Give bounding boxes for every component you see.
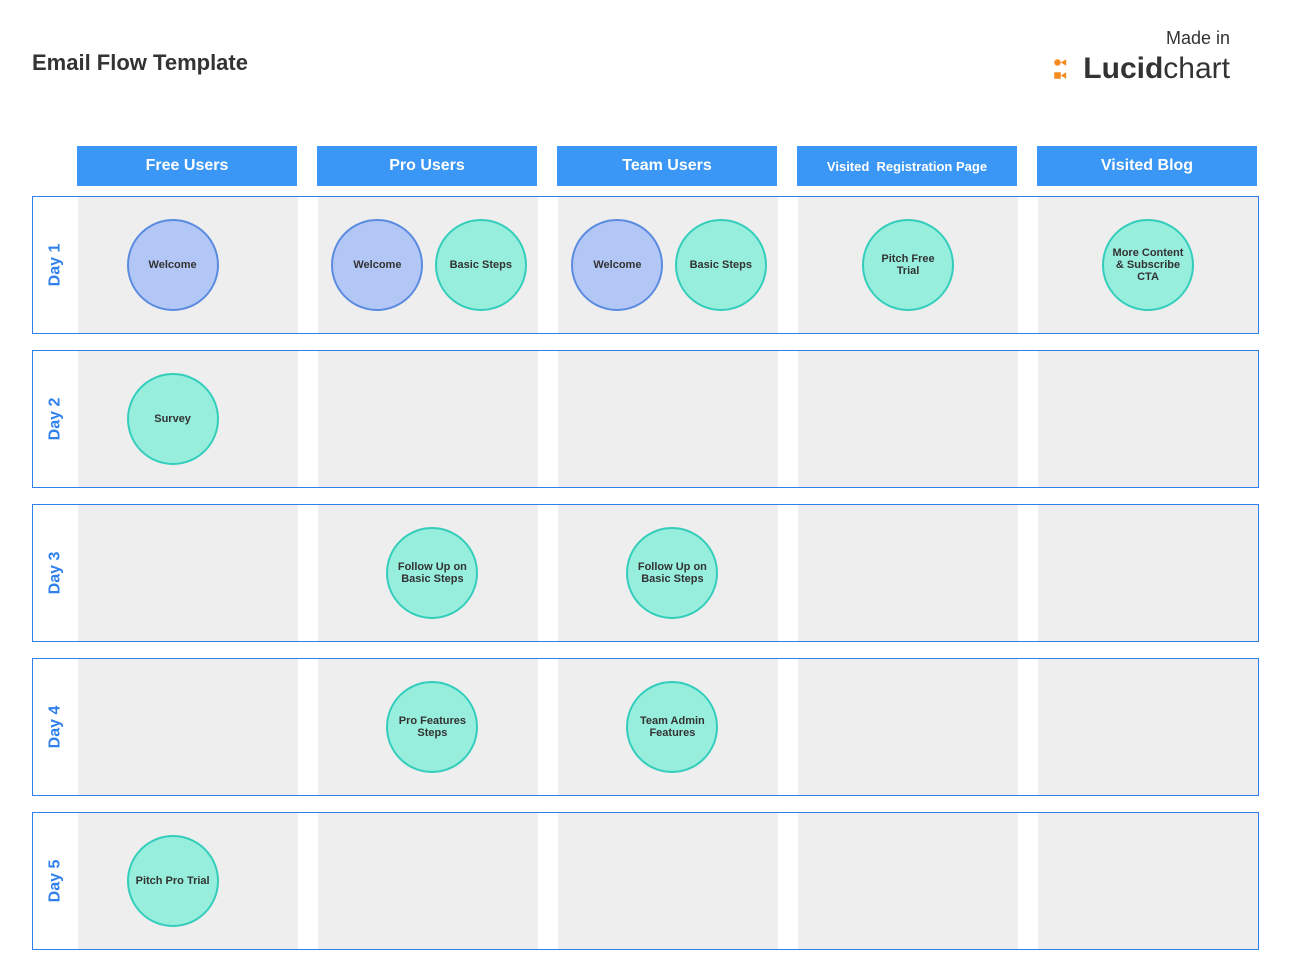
cell-day2-free: Survey [78,351,298,487]
cell-day5-team [558,813,778,949]
email-node[interactable]: Basic Steps [435,219,527,311]
cell-day3-pro: Follow Up on Basic Steps [318,505,538,641]
column-header-reg: Visited Registration Page [797,146,1017,186]
cell-day5-blog [1038,813,1258,949]
email-node[interactable]: Welcome [127,219,219,311]
email-node[interactable]: Pro Features Steps [386,681,478,773]
cell-day4-free [78,659,298,795]
row-label-day4: Day 4 [33,659,78,795]
cell-day4-blog [1038,659,1258,795]
row-label-day5: Day 5 [33,813,78,949]
cell-day1-free: Welcome [78,197,298,333]
cell-day1-reg: Pitch Free Trial [798,197,1018,333]
column-header-team: Team Users [557,146,777,186]
email-node[interactable]: Welcome [571,219,663,311]
cell-day3-team: Follow Up on Basic Steps [558,505,778,641]
email-node[interactable]: Follow Up on Basic Steps [386,527,478,619]
swimlane-day5: Day 5 Pitch Pro Trial [32,812,1259,950]
email-node[interactable]: Pitch Pro Trial [127,835,219,927]
swimlane-day3: Day 3 Follow Up on Basic Steps Follow Up o… [32,504,1259,642]
lucidchart-logo-icon [1051,56,1077,82]
column-header-free: Free Users [77,146,297,186]
cell-day2-pro [318,351,538,487]
cell-day3-blog [1038,505,1258,641]
cell-day1-blog: More Content & Subscribe CTA [1038,197,1258,333]
email-node[interactable]: Team Admin Features [626,681,718,773]
email-node[interactable]: More Content & Subscribe CTA [1102,219,1194,311]
diagram-canvas: Email Flow Template Made in Lucidchart F… [0,0,1300,979]
email-node[interactable]: Survey [127,373,219,465]
column-header-blog: Visited Blog [1037,146,1257,186]
cell-day4-reg [798,659,1018,795]
lucidchart-logo-text: Lucidchart [1083,52,1230,86]
cell-day4-pro: Pro Features Steps [318,659,538,795]
cell-day2-reg [798,351,1018,487]
cell-day2-team [558,351,778,487]
swimlane-day2: Day 2 Survey [32,350,1259,488]
cell-day1-team: WelcomeBasic Steps [558,197,778,333]
cell-day5-pro [318,813,538,949]
cell-day2-blog [1038,351,1258,487]
cell-day3-reg [798,505,1018,641]
swimlane-day1: Day 1WelcomeWelcomeBasic StepsWelcomeBas… [32,196,1259,334]
row-label-day2: Day 2 [33,351,78,487]
email-node[interactable]: Pitch Free Trial [862,219,954,311]
email-node[interactable]: Basic Steps [675,219,767,311]
made-in-label: Made in [1166,28,1230,49]
lucidchart-logo: Lucidchart [1051,50,1230,88]
cell-day1-pro: WelcomeBasic Steps [318,197,538,333]
row-label-day1: Day 1 [33,197,78,333]
swimlane-day4: Day 4 Pro Features Steps Team Admin Featur… [32,658,1259,796]
page-title: Email Flow Template [32,50,248,76]
email-node[interactable]: Welcome [331,219,423,311]
cell-day3-free [78,505,298,641]
cell-day4-team: Team Admin Features [558,659,778,795]
email-node[interactable]: Follow Up on Basic Steps [626,527,718,619]
cell-day5-free: Pitch Pro Trial [78,813,298,949]
row-label-day3: Day 3 [33,505,78,641]
column-header-pro: Pro Users [317,146,537,186]
cell-day5-reg [798,813,1018,949]
